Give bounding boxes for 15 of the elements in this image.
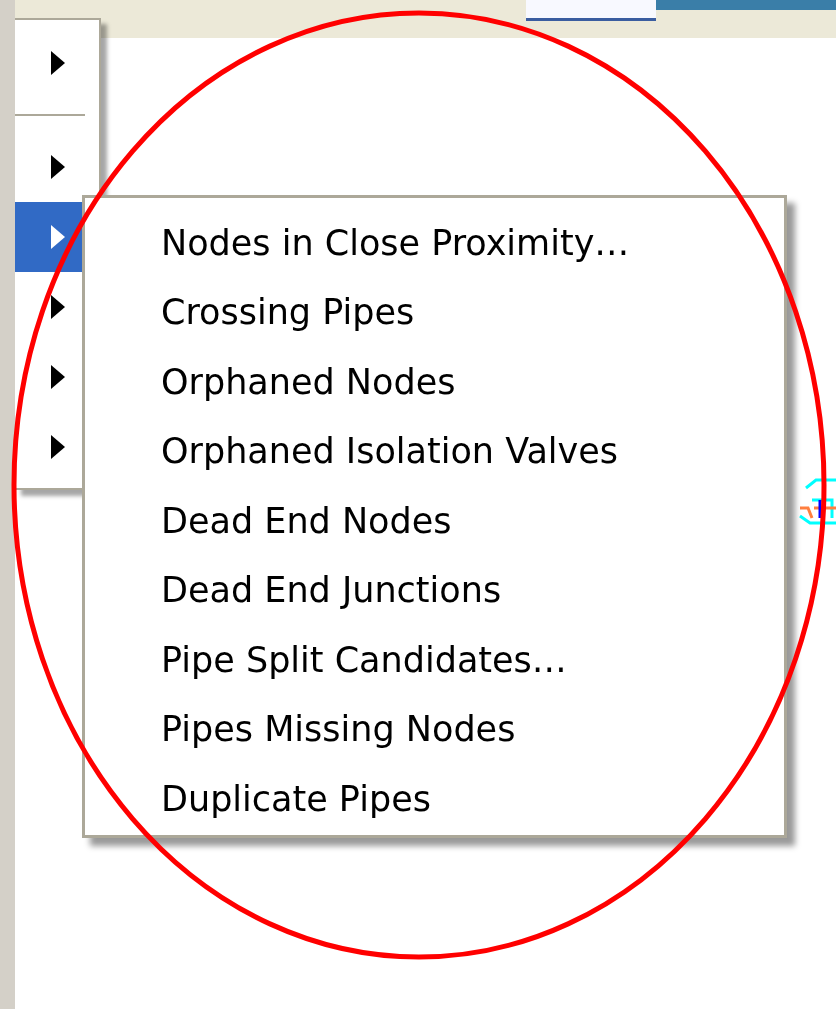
menu-item[interactable]: Crossing Pipes <box>85 277 784 347</box>
submenu-arrow-icon <box>51 155 65 179</box>
menu-item[interactable]: Duplicate Pipes <box>85 764 784 834</box>
menu-item[interactable]: Pipe Split Candidates… <box>85 625 784 695</box>
menu-item[interactable]: Nodes in Close Proximity… <box>85 208 784 278</box>
menu-item[interactable]: Orphaned Nodes <box>85 347 784 417</box>
menu-item[interactable]: Pipes Missing Nodes <box>85 694 784 764</box>
menu-item[interactable]: Dead End Junctions <box>85 555 784 625</box>
submenu-arrow-icon <box>51 295 65 319</box>
submenu-arrow-icon <box>51 225 65 249</box>
menu-item[interactable]: Orphaned Isolation Valves <box>85 416 784 486</box>
submenu-arrow-icon <box>51 365 65 389</box>
submenu-arrow-icon <box>51 51 65 75</box>
submenu-arrow-icon <box>51 435 65 459</box>
menu-item[interactable]: Dead End Nodes <box>85 486 784 556</box>
